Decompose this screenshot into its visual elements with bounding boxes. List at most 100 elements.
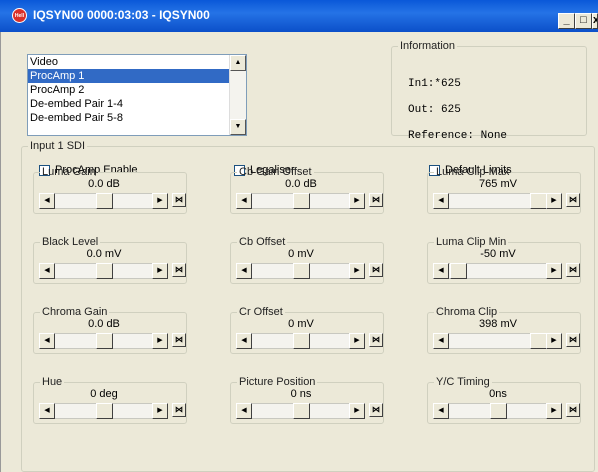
reset-icon[interactable]: ⋈ [566,193,580,207]
right-arrow-icon[interactable]: ▶ [349,263,365,279]
minimize-button[interactable]: _ [558,13,575,29]
right-arrow-icon[interactable]: ▶ [546,403,562,419]
slider-thumb[interactable] [96,333,113,349]
right-arrow-icon[interactable]: ▶ [546,263,562,279]
cr-offset-value: 0 mV [288,318,314,330]
slider-thumb[interactable] [530,333,547,349]
list-item[interactable]: ProcAmp 1 [28,69,232,83]
reset-icon[interactable]: ⋈ [172,263,186,277]
picture-position-slider[interactable]: ◀ ▶ [236,403,365,419]
slider-thumb[interactable] [96,403,113,419]
chroma-gain-slider[interactable]: ◀ ▶ [39,333,168,349]
luma-gain-slider[interactable]: ◀ ▶ [39,193,168,209]
slider-thumb[interactable] [96,193,113,209]
hue-slider[interactable]: ◀ ▶ [39,403,168,419]
slider-thumb[interactable] [530,193,547,209]
left-arrow-icon[interactable]: ◀ [236,193,252,209]
reset-icon[interactable]: ⋈ [566,333,580,347]
yc-timing-value: 0ns [489,388,507,400]
luma-clip-max-slider[interactable]: ◀ ▶ [433,193,562,209]
reset-icon[interactable]: ⋈ [172,403,186,417]
black-level-slider[interactable]: ◀ ▶ [39,263,168,279]
right-arrow-icon[interactable]: ▶ [152,333,168,349]
list-item[interactable]: ProcAmp 2 [28,83,232,97]
left-arrow-icon[interactable]: ◀ [39,333,55,349]
cb-offset-slider[interactable]: ◀ ▶ [236,263,365,279]
chroma-clip-control: Chroma Clip 398 mV ◀ ▶ ⋈ [427,306,581,354]
slider-thumb[interactable] [96,263,113,279]
right-arrow-icon[interactable]: ▶ [349,193,365,209]
reset-icon[interactable]: ⋈ [172,193,186,207]
module-list-items: Video ProcAmp 1 ProcAmp 2 De-embed Pair 1-4… [28,55,246,125]
maximize-button[interactable]: □ [575,13,592,29]
list-scrollbar[interactable]: ▲ ▼ [229,55,246,135]
chroma-clip-label: Chroma Clip [436,306,498,318]
reset-icon[interactable]: ⋈ [566,403,580,417]
cr-offset-slider[interactable]: ◀ ▶ [236,333,365,349]
hue-value: 0 deg [90,388,118,400]
picture-position-control: Picture Position 0 ns ◀ ▶ ⋈ [230,376,384,424]
reset-icon[interactable]: ⋈ [369,333,383,347]
right-arrow-icon[interactable]: ▶ [152,403,168,419]
left-arrow-icon[interactable]: ◀ [236,333,252,349]
slider-thumb[interactable] [450,263,467,279]
reset-icon[interactable]: ⋈ [566,263,580,277]
luma-clip-min-slider[interactable]: ◀ ▶ [433,263,562,279]
slider-thumb[interactable] [293,193,310,209]
left-arrow-icon[interactable]: ◀ [39,263,55,279]
luma-clip-max-label: Luma Clip Max [436,166,510,178]
list-item[interactable]: Video [28,55,232,69]
left-arrow-icon[interactable]: ◀ [236,263,252,279]
reset-icon[interactable]: ⋈ [172,333,186,347]
luma-clip-max-control: Luma Clip Max 765 mV ◀ ▶ ⋈ [427,166,581,214]
right-arrow-icon[interactable]: ▶ [349,333,365,349]
right-arrow-icon[interactable]: ▶ [546,333,562,349]
scroll-down-icon[interactable]: ▼ [230,119,246,135]
black-level-value: 0.0 mV [86,248,122,260]
close-button[interactable]: x [592,13,598,29]
picture-position-label: Picture Position [239,376,316,388]
left-arrow-icon[interactable]: ◀ [433,193,449,209]
cr-offset-label: Cr Offset [239,306,283,318]
cr-offset-control: Cr Offset 0 mV ◀ ▶ ⋈ [230,306,384,354]
luma-clip-max-value: 765 mV [479,178,517,190]
information-legend: Information [400,40,456,52]
yc-timing-control: Y/C Timing 0ns ◀ ▶ ⋈ [427,376,581,424]
chroma-gain-value: 0.0 dB [88,318,120,330]
luma-gain-label: Luma Gain [42,166,96,178]
slider-thumb[interactable] [293,333,310,349]
chroma-gain-control: Chroma Gain 0.0 dB ◀ ▶ ⋈ [33,306,187,354]
left-arrow-icon[interactable]: ◀ [433,263,449,279]
cb-offset-control: Cb Offset 0 mV ◀ ▶ ⋈ [230,236,384,284]
slider-thumb[interactable] [293,403,310,419]
right-arrow-icon[interactable]: ▶ [349,403,365,419]
list-item[interactable]: De-embed Pair 1-4 [28,97,232,111]
scroll-up-icon[interactable]: ▲ [230,55,246,71]
right-arrow-icon[interactable]: ▶ [546,193,562,209]
hue-label: Hue [42,376,63,388]
chroma-clip-value: 398 mV [479,318,517,330]
reset-icon[interactable]: ⋈ [369,193,383,207]
reset-icon[interactable]: ⋈ [369,263,383,277]
cb-gain-offset-slider[interactable]: ◀ ▶ [236,193,365,209]
cb-offset-value: 0 mV [288,248,314,260]
list-item[interactable]: De-embed Pair 5-8 [28,111,232,125]
reset-icon[interactable]: ⋈ [369,403,383,417]
yc-timing-slider[interactable]: ◀ ▶ [433,403,562,419]
module-listbox[interactable]: Video ProcAmp 1 ProcAmp 2 De-embed Pair 1-4… [27,54,247,136]
right-arrow-icon[interactable]: ▶ [152,263,168,279]
slider-thumb[interactable] [490,403,507,419]
luma-gain-value: 0.0 dB [88,178,120,190]
information-group: Information In1:*625 Out: 625 Reference:… [391,40,587,142]
left-arrow-icon[interactable]: ◀ [433,403,449,419]
left-arrow-icon[interactable]: ◀ [433,333,449,349]
cb-offset-label: Cb Offset [239,236,286,248]
slider-thumb[interactable] [293,263,310,279]
chroma-clip-slider[interactable]: ◀ ▶ [433,333,562,349]
input-group-legend: Input 1 SDI [30,140,86,152]
left-arrow-icon[interactable]: ◀ [39,403,55,419]
right-arrow-icon[interactable]: ▶ [152,193,168,209]
hue-control: Hue 0 deg ◀ ▶ ⋈ [33,376,187,424]
left-arrow-icon[interactable]: ◀ [39,193,55,209]
left-arrow-icon[interactable]: ◀ [236,403,252,419]
